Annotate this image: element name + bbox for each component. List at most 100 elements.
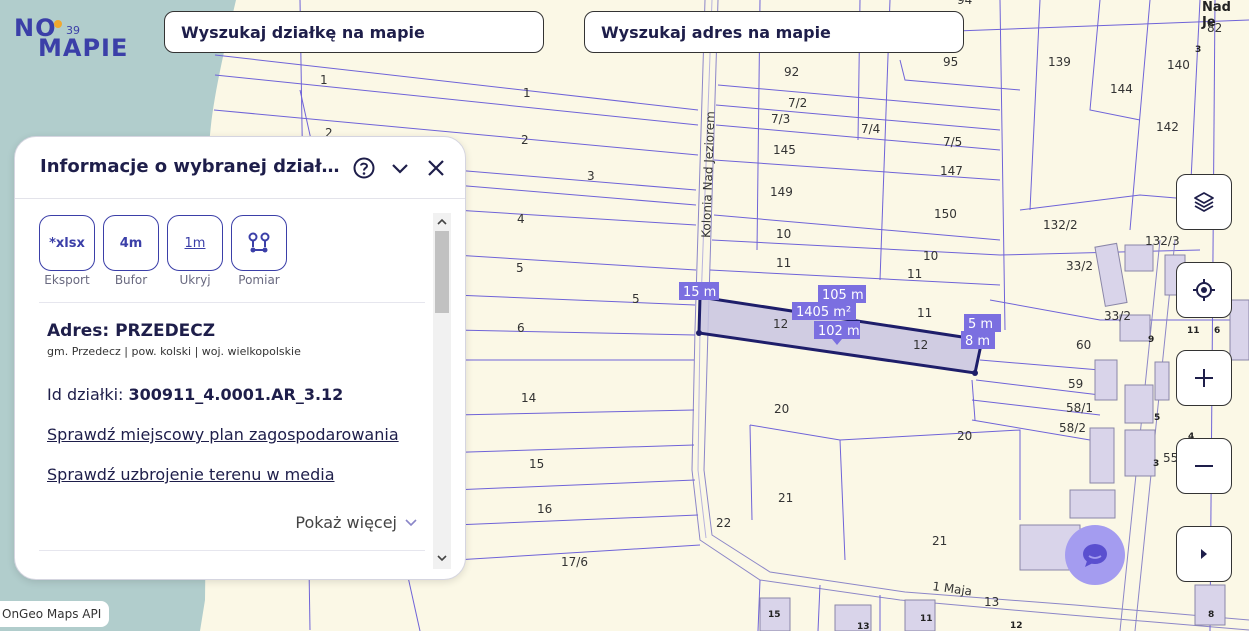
parcel-id-label: Id działki: [47,385,129,404]
svg-text:8: 8 [1208,610,1214,620]
svg-text:150: 150 [934,207,957,221]
zoom-out-icon [1195,465,1213,467]
svg-text:6: 6 [1214,326,1220,336]
zoom-in-button[interactable] [1176,350,1232,406]
parcel-search-input[interactable]: Wyszukaj działkę na mapie [164,11,544,53]
svg-text:21: 21 [932,534,947,548]
svg-text:5: 5 [632,292,640,306]
svg-text:22: 22 [716,516,731,530]
svg-text:149: 149 [770,185,793,199]
locate-icon [1193,279,1215,301]
svg-text:7/4: 7/4 [861,122,880,136]
svg-text:11: 11 [920,614,933,624]
svg-text:17/6: 17/6 [561,555,588,569]
panel-header: Informacje o wybranej dział... [15,137,465,199]
tool-measure: Pomiar [231,215,287,287]
svg-text:95: 95 [943,55,958,69]
tool-export: *xlsx Eksport [39,215,95,287]
tool-label-hide: Ukryj [179,273,211,287]
scrollbar-thumb[interactable] [435,231,449,313]
divider [39,302,425,303]
svg-text:15: 15 [529,457,544,471]
svg-text:60: 60 [1076,338,1091,352]
svg-text:12: 12 [913,338,928,352]
chat-button[interactable] [1065,525,1125,585]
zoning-plan-link[interactable]: Sprawdź miejscowy plan zagospodarowania [47,425,399,444]
svg-text:12: 12 [773,317,788,331]
svg-text:11: 11 [907,267,922,281]
svg-text:2: 2 [521,133,529,147]
tool-buffer: 4m Bufor [103,215,159,287]
measure-left: 15 m [683,285,716,300]
zoom-in-icon [1195,369,1213,387]
panel-title: Informacje o wybranej dział... [40,156,340,177]
svg-text:144: 144 [1110,82,1133,96]
svg-text:13: 13 [857,622,870,631]
chevron-down-icon [405,518,417,526]
address-search-input[interactable]: Wyszukaj adres na mapie [584,11,964,53]
close-icon[interactable] [423,155,449,181]
zoom-out-button[interactable] [1176,438,1232,494]
svg-text:7/5: 7/5 [943,135,962,149]
measure-button[interactable] [231,215,287,271]
nomapie-logo[interactable]: NO 39 MAPIE [14,14,134,62]
export-xlsx-button[interactable]: *xlsx [39,215,95,271]
svg-text:3: 3 [587,169,595,183]
svg-text:14: 14 [521,391,536,405]
measure-right-top: 5 m [968,317,993,332]
svg-text:92: 92 [784,65,799,79]
layers-icon [1194,192,1214,212]
svg-text:7/3: 7/3 [771,112,790,126]
buffer-button[interactable]: 4m [103,215,159,271]
locate-button[interactable] [1176,262,1232,318]
measure-area: 1405 m² [796,305,851,320]
svg-text:33/2: 33/2 [1066,259,1093,273]
divider [39,550,425,551]
svg-text:140: 140 [1167,58,1190,72]
svg-text:3: 3 [1195,45,1201,55]
street-label: Nad Je [1202,0,1231,30]
help-icon[interactable] [351,155,377,181]
layers-button[interactable] [1176,174,1232,230]
parcel-info-panel: Informacje o wybranej dział... *xlsx Eks… [14,136,466,580]
svg-text:145: 145 [773,143,796,157]
svg-text:58/2: 58/2 [1059,421,1086,435]
tool-hide: 1m Ukryj [167,215,223,287]
expand-icon [1201,549,1207,559]
address-title: Adres: PRZEDECZ [47,321,216,341]
svg-text:132/3: 132/3 [1145,234,1180,248]
svg-text:139: 139 [1048,55,1071,69]
svg-text:20: 20 [957,429,972,443]
svg-text:6: 6 [517,321,525,335]
show-more-button[interactable]: Pokaż więcej [295,513,417,532]
chevron-down-icon[interactable] [387,155,413,181]
tool-label-export: Eksport [44,273,90,287]
svg-text:59: 59 [1068,377,1083,391]
measure-icon [248,232,270,253]
tool-label-buffer: Bufor [114,273,148,287]
svg-text:3: 3 [1153,459,1159,469]
measure-right: 8 m [965,334,990,349]
svg-text:7/2: 7/2 [788,96,807,110]
expand-button[interactable] [1176,526,1232,582]
scroll-up-icon [437,218,447,225]
svg-text:9: 9 [1148,335,1154,345]
svg-text:5: 5 [1154,413,1160,423]
svg-text:94: 94 [957,0,972,7]
map-attribution[interactable]: OnGeo Maps API [0,601,110,627]
svg-text:1: 1 [523,86,531,100]
svg-text:21: 21 [778,491,793,505]
panel-scrollbar[interactable] [433,213,451,569]
svg-text:33/2: 33/2 [1104,309,1131,323]
svg-text:12: 12 [1010,621,1023,631]
svg-text:11: 11 [917,306,932,320]
utilities-link[interactable]: Sprawdź uzbrojenie terenu w media [47,465,335,484]
parcel-id: Id działki: 300911_4.0001.AR_3.12 [47,385,343,404]
panel-body: *xlsx Eksport 4m Bufor 1m Ukryj Pomiar A… [39,213,427,573]
svg-text:13: 13 [984,595,999,609]
measure-bottom: 102 m [818,324,860,339]
svg-text:10: 10 [776,227,791,241]
toolbar: *xlsx Eksport 4m Bufor 1m Ukryj Pomiar [39,215,287,287]
svg-text:1: 1 [320,73,328,87]
hide-measurements-button[interactable]: 1m [167,215,223,271]
